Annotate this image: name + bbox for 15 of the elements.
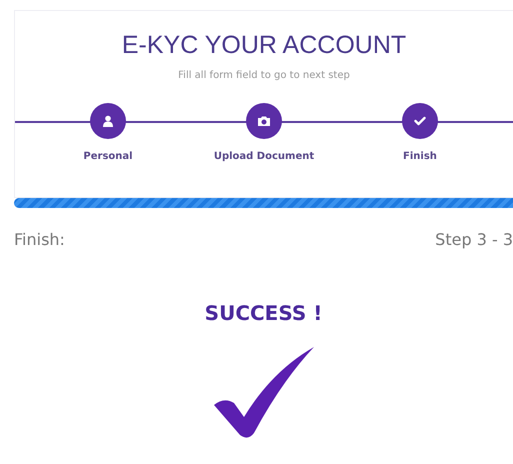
step-counter: Step 3 - 3 [435,230,513,249]
camera-icon [257,115,271,127]
step-label: Personal [83,151,133,162]
page-title: E-KYC YOUR ACCOUNT [120,31,408,60]
checkmark-icon [212,345,316,439]
person-icon [102,115,114,127]
check-icon [414,116,426,126]
step-name: Finish: [14,230,65,249]
page-subtitle: Fill all form field to go to next step [177,70,351,81]
success-message: SUCCESS ! [204,301,324,325]
step-circle[interactable] [402,103,438,139]
step-circle[interactable] [246,103,282,139]
step-label: Upload Document [214,151,314,162]
step-label: Finish [403,151,437,162]
step-circle[interactable] [90,103,126,139]
